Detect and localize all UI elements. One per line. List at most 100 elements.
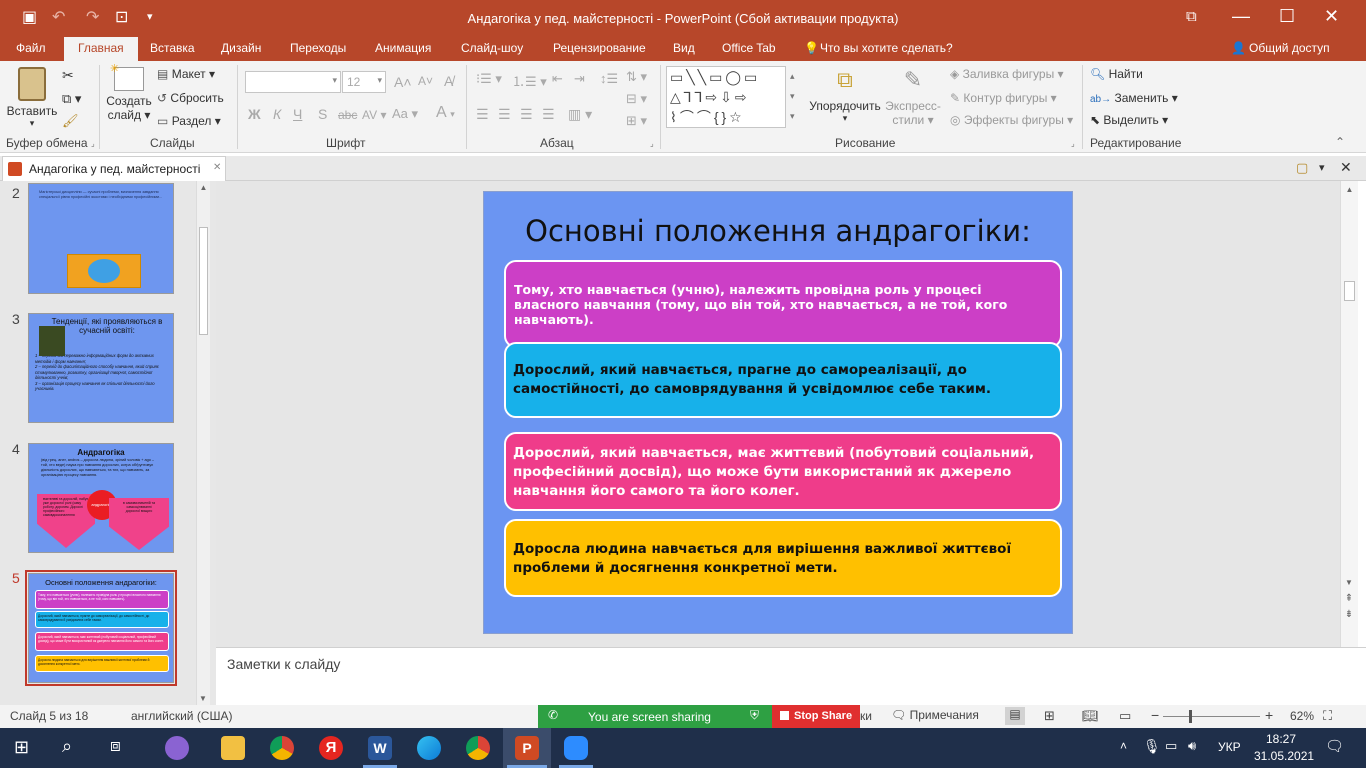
numbering-icon[interactable]: ⒈☰ ▾ [512, 71, 547, 90]
font-size-input[interactable]: 12 ▾ [342, 71, 386, 93]
slide-thumbnail-3[interactable]: Тенденції, які проявляються в сучасній о… [28, 313, 174, 423]
select-button[interactable]: ⬉ Выделить ▾ [1090, 113, 1168, 127]
align-left-icon[interactable]: ☰ [476, 106, 489, 123]
tab-slideshow[interactable]: Слайд-шоу [461, 41, 523, 55]
justify-icon[interactable]: ☰ [542, 106, 555, 123]
share-button[interactable]: Общий доступ [1249, 41, 1330, 55]
close-button[interactable]: ✕ [1324, 6, 1339, 27]
tab-home[interactable]: Главная [64, 37, 138, 61]
tab-animation[interactable]: Анимация [375, 41, 431, 55]
network-icon[interactable]: ▭ [1165, 738, 1177, 754]
quick-styles-button[interactable]: ✎ Экспресс- стили ▾ [880, 67, 946, 127]
shape-outline-button[interactable]: ✎ Контур фигуры ▾ [950, 91, 1057, 105]
file-explorer-icon[interactable] [221, 736, 245, 760]
zoom-out-button[interactable]: − [1151, 707, 1159, 723]
tab-transitions[interactable]: Переходы [290, 41, 346, 55]
main-scrollbar[interactable]: ▲ ▼ ⇞ ⇟ [1340, 181, 1358, 647]
zoom-level[interactable]: 62% [1290, 709, 1314, 723]
tab-list-icon[interactable]: ▾ [1319, 161, 1325, 174]
arrange-button[interactable]: ⧉ Упорядочить ▾ [806, 67, 884, 124]
zoom-in-button[interactable]: + [1265, 707, 1273, 723]
bold-button[interactable]: Ж [248, 106, 261, 122]
copy-icon[interactable]: ⧉ ▾ [62, 91, 81, 107]
section-button[interactable]: ▭ Раздел ▾ [157, 114, 221, 128]
microphone-icon[interactable]: 🎙︎ [1143, 738, 1161, 755]
slide-card-4[interactable]: Доросла людина навчається для вирішення … [504, 519, 1062, 597]
slide-card-3[interactable]: Дорослий, який навчається, має життєвий … [504, 432, 1062, 511]
slideshow-icon[interactable]: ▭ [1119, 708, 1131, 724]
replace-button[interactable]: ab→ Заменить ▾ [1090, 91, 1178, 105]
strikethrough-button[interactable]: abc [338, 108, 357, 122]
slide-thumbnail-5[interactable]: Основні положення андрагогіки: Тому, хто… [28, 573, 174, 683]
tab-review[interactable]: Рецензирование [553, 41, 646, 55]
thumbnails-scrollbar[interactable]: ▲ ▼ [196, 181, 210, 705]
dialog-launcher-icon[interactable]: ⌟ [650, 139, 654, 148]
ribbon-display-options-icon[interactable]: ⧉ [1186, 8, 1197, 25]
chrome-icon[interactable] [466, 736, 490, 760]
font-name-input[interactable]: ▾ [245, 71, 341, 93]
task-view-icon[interactable]: ⧈ [110, 736, 121, 756]
paste-button[interactable]: Вставить ▾ [6, 67, 58, 129]
stop-share-button[interactable]: Stop Share [772, 705, 860, 728]
gallery-scroll-icon[interactable]: ▴ ▾ ▾ [790, 66, 795, 126]
shapes-gallery[interactable]: ▭╲╲▭◯▭ △⅂⅂⇨⇩⇨ ⌇⌒⌒{}☆ [666, 66, 786, 128]
text-direction-icon[interactable]: ⇅ ▾ [626, 69, 647, 85]
smartart-icon[interactable]: ⊞ ▾ [626, 113, 647, 129]
word-icon[interactable]: W [368, 736, 392, 760]
app-icon[interactable] [165, 736, 189, 760]
clock-date[interactable]: 31.05.2021 [1254, 749, 1314, 763]
notifications-icon[interactable]: 🗨︎ [1325, 737, 1344, 755]
new-tab-icon[interactable]: ▢ [1296, 160, 1308, 176]
slide-thumbnail-2[interactable]: Магістерські дисципліни — сучасні пробле… [28, 183, 174, 294]
find-button[interactable]: 🔍︎ Найти [1090, 67, 1143, 81]
align-center-icon[interactable]: ☰ [498, 106, 511, 123]
layout-button[interactable]: ▤ Макет ▾ [157, 67, 215, 81]
slide-sorter-icon[interactable]: ⊞ [1044, 708, 1055, 724]
zoom-app-icon[interactable] [564, 736, 588, 760]
shrink-font-icon[interactable]: A˅ [418, 74, 433, 88]
clear-format-icon[interactable]: A̸ [444, 73, 453, 89]
reset-button[interactable]: ↺ Сбросить [157, 91, 224, 105]
bullets-icon[interactable]: ⁝☰ ▾ [476, 71, 502, 87]
zoom-slider-thumb[interactable] [1189, 710, 1192, 723]
line-spacing-icon[interactable]: ↕☰ [600, 71, 618, 87]
slide-card-1[interactable]: Тому, хто навчається (учню), належить пр… [504, 260, 1062, 348]
tab-view[interactable]: Вид [673, 41, 695, 55]
new-slide-button[interactable]: ✳ Создать слайд ▾ [104, 63, 154, 122]
slide-title[interactable]: Основні положення андрагогіки: [484, 214, 1072, 248]
slide-card-2[interactable]: Дорослий, який навчається, прагне до сам… [504, 342, 1062, 418]
minimize-button[interactable]: — [1232, 6, 1250, 27]
tab-file[interactable]: Файл [16, 41, 46, 55]
shadow-button[interactable]: S [318, 106, 327, 122]
cut-icon[interactable]: ✂ [62, 67, 74, 84]
notes-pane[interactable]: Заметки к слайду [216, 647, 1366, 705]
fit-slide-icon[interactable]: ⛶ [1323, 708, 1332, 724]
shape-fill-button[interactable]: ◈ Заливка фигуры ▾ [950, 67, 1064, 81]
document-tab[interactable]: Андагогіка у пед. майстерності ✕ [2, 156, 226, 181]
reading-view-icon[interactable]: 📖︎ [1082, 708, 1099, 724]
increase-indent-icon[interactable]: ⇥ [574, 71, 585, 87]
align-right-icon[interactable]: ☰ [520, 106, 533, 123]
dialog-launcher-icon[interactable]: ⌟ [1071, 139, 1075, 148]
align-text-icon[interactable]: ⊟ ▾ [626, 91, 647, 107]
clock-time[interactable]: 18:27 [1266, 732, 1296, 746]
collapse-ribbon-icon[interactable]: ⌃ [1335, 135, 1345, 149]
notes-button[interactable]: ки [860, 709, 872, 723]
maximize-button[interactable]: ☐ [1279, 6, 1295, 27]
language-indicator[interactable]: английский (США) [131, 709, 232, 723]
grow-font-icon[interactable]: A˄ [394, 74, 412, 90]
edge-icon[interactable] [417, 736, 441, 760]
shape-effects-button[interactable]: ◎ Эффекты фигуры ▾ [950, 113, 1073, 127]
normal-view-icon[interactable]: ▤ [1005, 707, 1025, 725]
format-painter-icon[interactable]: 🖌 [62, 113, 79, 129]
font-color-button[interactable]: A ▾ [436, 104, 455, 122]
tab-insert[interactable]: Вставка [150, 41, 195, 55]
tab-design[interactable]: Дизайн [221, 41, 261, 55]
powerpoint-icon[interactable]: P [515, 736, 539, 760]
close-document-icon[interactable]: ✕ [1340, 159, 1352, 176]
change-case-button[interactable]: Aa ▾ [392, 106, 418, 122]
slide-canvas[interactable]: Основні положення андрагогіки: Тому, хто… [483, 191, 1073, 634]
zoom-slider[interactable] [1163, 716, 1260, 717]
underline-button[interactable]: Ч [293, 106, 302, 122]
italic-button[interactable]: К [273, 106, 281, 122]
